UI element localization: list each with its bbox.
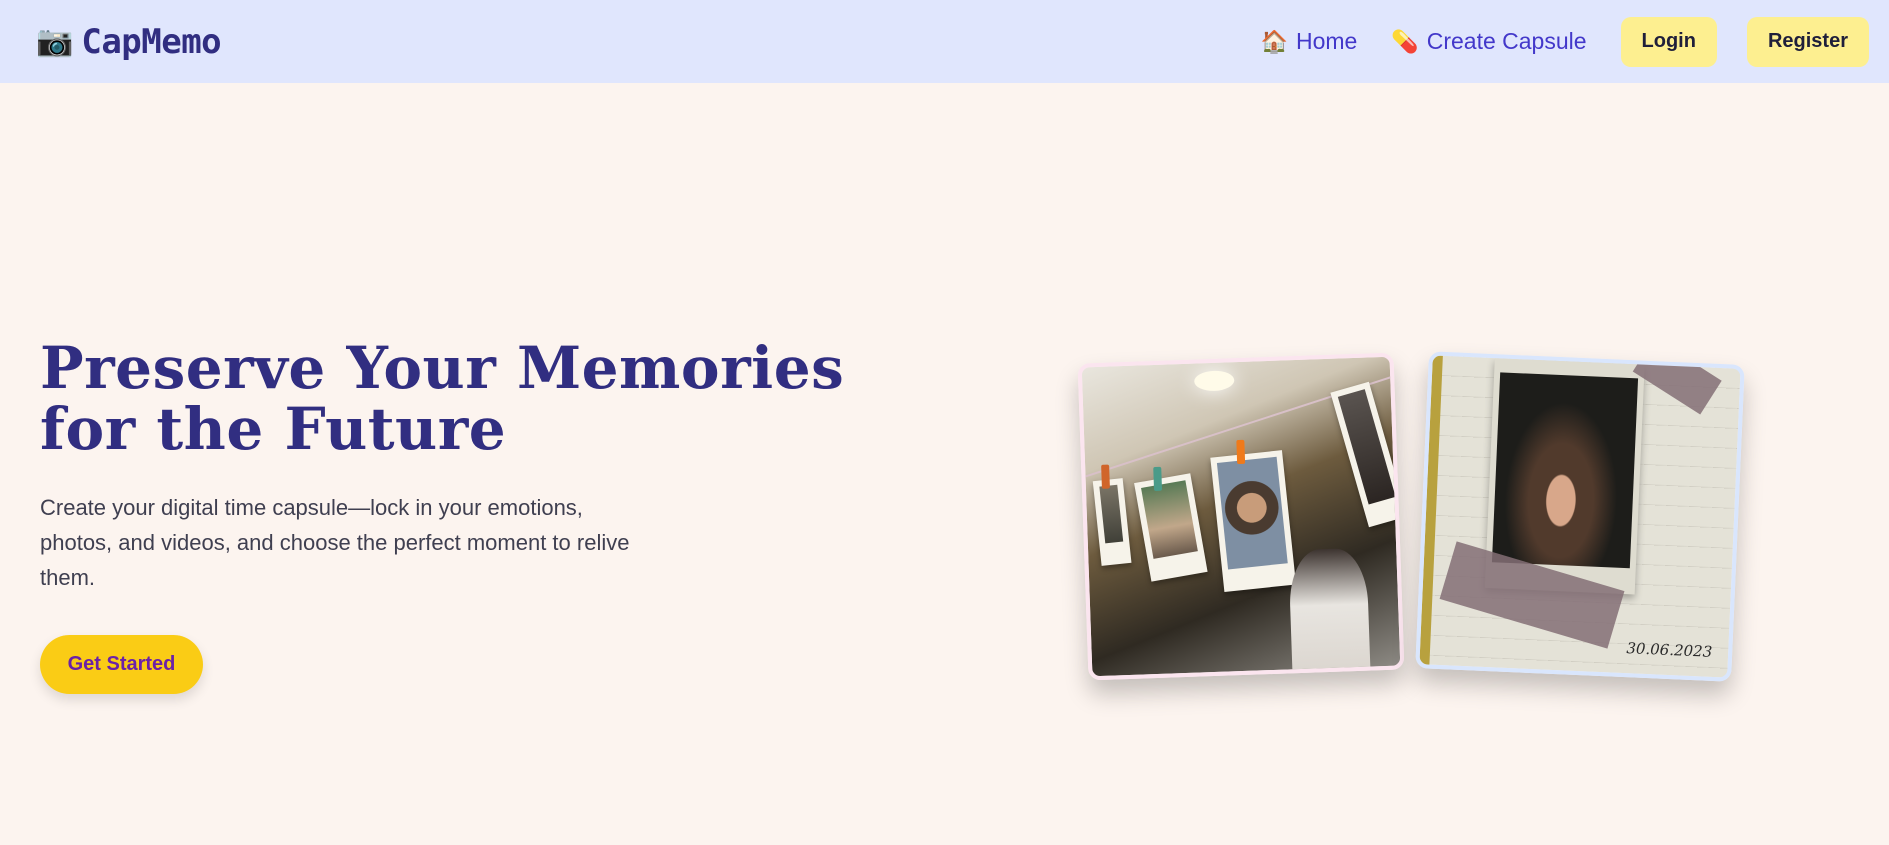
friends-portrait bbox=[1491, 372, 1639, 569]
hero-photo-instant-print: 30.06.2023 bbox=[1415, 351, 1745, 682]
get-started-button[interactable]: Get Started bbox=[40, 635, 203, 694]
nav-link-label: Home bbox=[1295, 28, 1358, 54]
ceiling-lamp bbox=[1193, 370, 1235, 392]
polaroid-print bbox=[1092, 478, 1132, 566]
nav-link-label: Create Capsule bbox=[1426, 28, 1587, 54]
login-button[interactable]: Login bbox=[1620, 16, 1717, 67]
polaroid-print bbox=[1134, 473, 1208, 582]
photo-date: 30.06.2023 bbox=[1626, 639, 1713, 661]
camera-icon: 📷 bbox=[36, 24, 74, 58]
clothespin bbox=[1101, 464, 1110, 489]
polaroid-print bbox=[1330, 381, 1405, 528]
nav-link-home[interactable]: 🏠 Home bbox=[1261, 28, 1358, 55]
blurred-person bbox=[1288, 547, 1372, 681]
hero-title: Preserve Your Memories for the Future bbox=[40, 334, 845, 463]
nav-menu: 🏠 Home 💊 Create Capsule Login Register bbox=[1261, 16, 1869, 67]
brand-name: CapMemo bbox=[81, 21, 222, 62]
navbar: 📷 CapMemo 🏠 Home 💊 Create Capsule Login … bbox=[0, 0, 1889, 83]
washi-tape bbox=[1632, 351, 1722, 415]
hero-subtitle: Create your digital time capsule—lock in… bbox=[40, 495, 630, 590]
brand-logo[interactable]: 📷 CapMemo bbox=[36, 21, 222, 62]
polaroid-print bbox=[1210, 450, 1297, 592]
clothespin bbox=[1236, 439, 1246, 465]
capsule-icon: 💊 bbox=[1391, 28, 1419, 54]
nav-link-create-capsule[interactable]: 💊 Create Capsule bbox=[1391, 28, 1586, 55]
home-icon: 🏠 bbox=[1260, 28, 1288, 54]
clothespin bbox=[1153, 466, 1163, 492]
hero-photo-polaroids bbox=[1077, 352, 1405, 681]
register-button[interactable]: Register bbox=[1746, 16, 1869, 67]
notebook-edge bbox=[1419, 355, 1443, 673]
